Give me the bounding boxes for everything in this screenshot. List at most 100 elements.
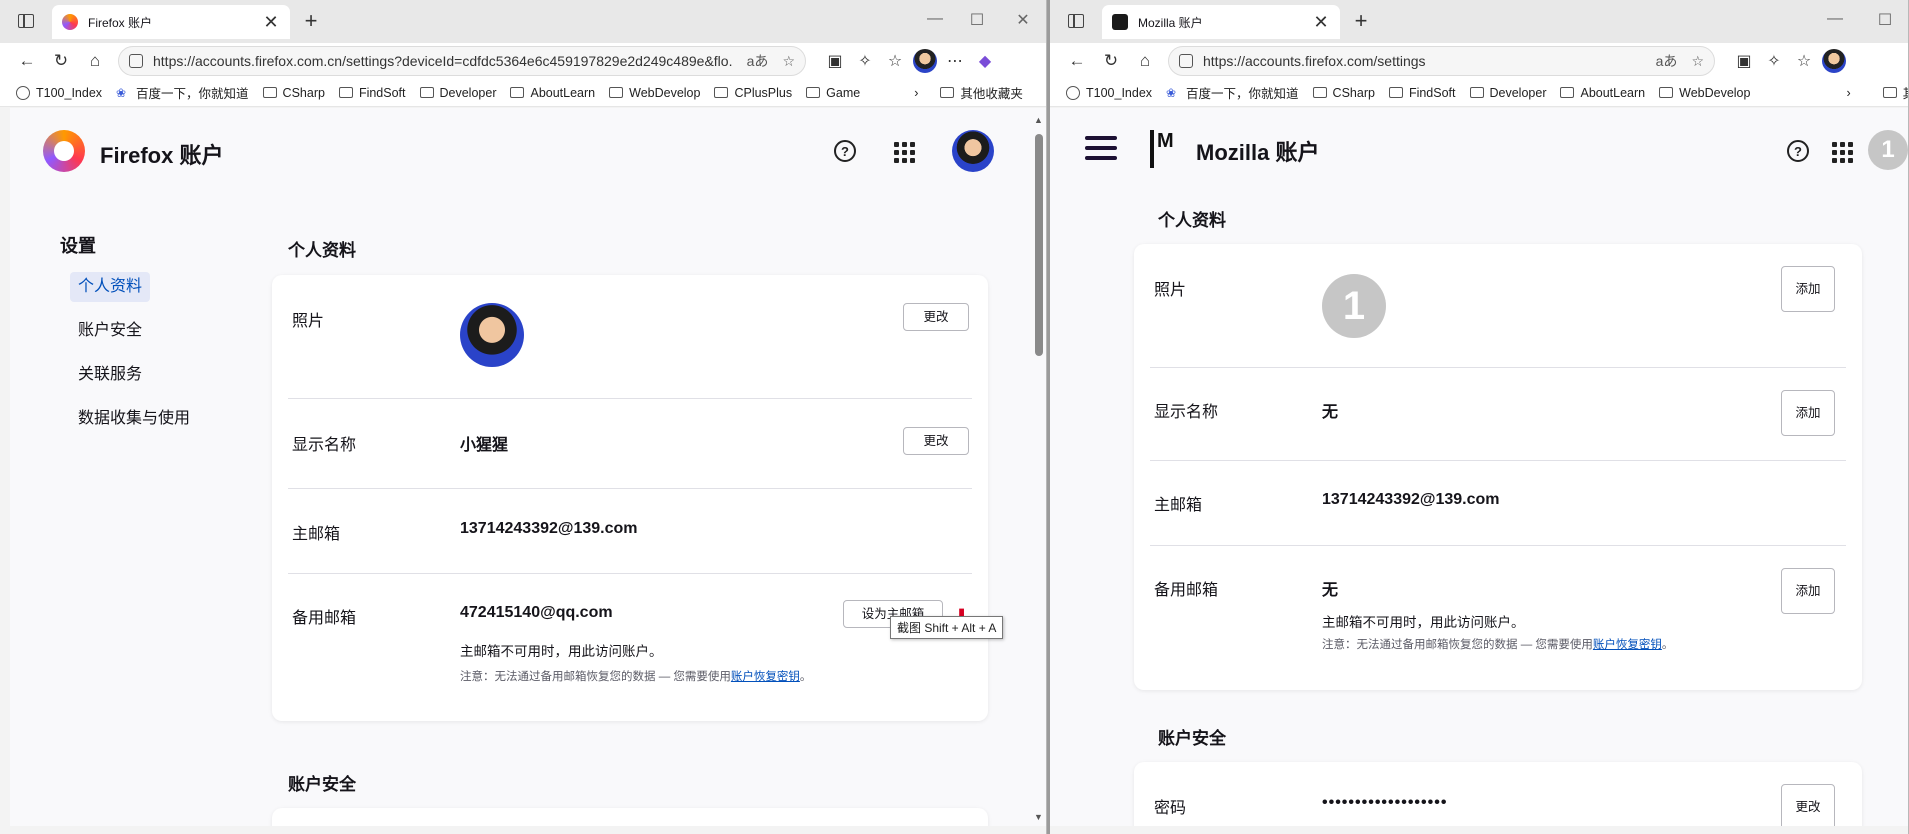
add-secondary-email-button[interactable]: 添加 xyxy=(1781,568,1835,614)
help-icon[interactable]: ? xyxy=(834,140,856,162)
read-aloud-icon[interactable]: aあ xyxy=(1656,51,1678,71)
change-password-button[interactable]: 更改 xyxy=(1781,784,1835,826)
favorite-star-icon[interactable]: ☆ xyxy=(782,53,795,70)
back-icon[interactable]: ← xyxy=(1060,46,1094,76)
back-icon[interactable]: ← xyxy=(10,46,44,76)
home-icon[interactable]: ⌂ xyxy=(1128,46,1162,76)
chevron-right-icon[interactable]: › xyxy=(914,86,918,100)
bookmark-folder[interactable]: FindSoft xyxy=(338,86,406,100)
add-photo-button[interactable]: 添加 xyxy=(1781,266,1835,312)
reload-icon[interactable]: ↻ xyxy=(44,46,78,76)
folder-icon xyxy=(510,87,525,98)
bookmark-folder[interactable]: AboutLearn xyxy=(1560,86,1645,100)
maximize-icon[interactable]: ☐ xyxy=(1875,10,1895,30)
note-end: 。 xyxy=(1661,639,1674,651)
minimize-icon[interactable]: — xyxy=(1825,10,1845,28)
recovery-key-link[interactable]: 账户恢复密钥 xyxy=(1593,639,1662,651)
tab-actions-icon[interactable] xyxy=(1068,14,1084,28)
folder-icon xyxy=(338,87,353,98)
secondary-email-description: 主邮箱不可用时，用此访问账户。 xyxy=(1322,615,1525,630)
add-display-name-button[interactable]: 添加 xyxy=(1781,390,1835,436)
bookmark-folder[interactable]: AboutLearn xyxy=(510,86,595,100)
more-icon[interactable]: ⋯ xyxy=(940,46,970,76)
nav-bar: ← ↻ ⌂ https://accounts.firefox.com.cn/se… xyxy=(0,43,1046,79)
display-name-value: 无 xyxy=(1322,404,1339,421)
scroll-down-icon[interactable]: ▼ xyxy=(1034,812,1043,822)
page-content: M Mozilla 账户 ? 1 个人资料 照片 1 添加 显示名称 无 添加 … xyxy=(1050,108,1908,826)
security-card xyxy=(272,808,988,826)
sidebar-title: 设置 xyxy=(60,236,96,256)
profile-photo: 1 xyxy=(1322,274,1386,338)
page-header: Firefox 账户 ? xyxy=(10,108,1046,192)
extensions-icon[interactable]: ▣ xyxy=(1729,46,1759,76)
bookmark-folder[interactable]: CSharp xyxy=(262,86,325,100)
tab-firefox-account[interactable]: Firefox 账户 ✕ xyxy=(52,5,290,39)
page-scrollbar[interactable]: ▲ ▼ xyxy=(1032,108,1046,826)
globe-icon xyxy=(16,85,30,100)
recovery-key-link[interactable]: 账户恢复密钥 xyxy=(731,671,800,683)
apps-grid-icon[interactable] xyxy=(892,139,916,163)
profile-icon[interactable] xyxy=(910,46,940,76)
maximize-icon[interactable]: ☐ xyxy=(967,10,987,30)
secondary-email-row: 备用邮箱 无 添加 主邮箱不可用时，用此访问账户。 注意：无法通过备用邮箱恢复您… xyxy=(1150,546,1846,690)
sidebar-item-profile[interactable]: 个人资料 xyxy=(70,272,151,302)
sidebar-item-security[interactable]: 账户安全 xyxy=(70,316,150,346)
home-icon[interactable]: ⌂ xyxy=(78,46,112,76)
scroll-up-icon[interactable]: ▲ xyxy=(1034,115,1043,125)
bookmark-folder[interactable]: WebDevelop xyxy=(1659,86,1750,100)
bookmark-folder[interactable]: Game xyxy=(806,86,860,100)
firefox-logo-icon xyxy=(43,130,85,172)
other-bookmarks[interactable]: 其他 xyxy=(1882,83,1908,102)
sidebar-item-connected-services[interactable]: 关联服务 xyxy=(70,360,150,390)
profile-card: 照片 更改 显示名称 小猩猩 更改 主邮箱 13714243392@139.co… xyxy=(272,275,988,721)
photo-row: 照片 1 添加 xyxy=(1150,244,1846,368)
bookmark-label: CSharp xyxy=(1332,85,1375,100)
apps-grid-icon[interactable] xyxy=(1830,139,1854,163)
scrollbar-thumb[interactable] xyxy=(1035,134,1043,356)
address-bar[interactable]: https://accounts.firefox.com/settings aあ… xyxy=(1168,46,1715,76)
bookmark-folder[interactable]: CPlusPlus xyxy=(714,86,792,100)
bookmark-folder[interactable]: FindSoft xyxy=(1388,86,1456,100)
site-info-icon[interactable] xyxy=(129,54,143,68)
favorite-star-icon[interactable]: ☆ xyxy=(1691,53,1704,70)
puzzle-icon[interactable]: ✧ xyxy=(1759,46,1789,76)
read-aloud-icon[interactable]: aあ xyxy=(747,51,769,71)
help-icon[interactable]: ? xyxy=(1787,140,1809,162)
bookmark-item[interactable]: ❀ 百度一下，你就知道 xyxy=(1166,83,1299,102)
change-photo-button[interactable]: 更改 xyxy=(903,303,969,331)
bookmark-item[interactable]: T100_Index xyxy=(16,85,102,100)
copilot-icon[interactable]: ◆ xyxy=(970,46,1000,76)
profile-icon[interactable] xyxy=(1819,46,1849,76)
chevron-right-icon[interactable]: › xyxy=(1846,86,1850,100)
close-window-icon[interactable]: ✕ xyxy=(1013,10,1033,30)
extensions-icon[interactable]: ▣ xyxy=(820,46,850,76)
close-tab-icon[interactable]: ✕ xyxy=(262,12,280,33)
reload-icon[interactable]: ↻ xyxy=(1094,46,1128,76)
favorites-icon[interactable]: ☆ xyxy=(1789,46,1819,76)
address-bar[interactable]: https://accounts.firefox.com.cn/settings… xyxy=(118,46,806,76)
tab-mozilla-account[interactable]: Mozilla 账户 ✕ xyxy=(1102,5,1340,39)
bookmark-item[interactable]: ❀ 百度一下，你就知道 xyxy=(116,83,249,102)
favorites-icon[interactable]: ☆ xyxy=(880,46,910,76)
close-tab-icon[interactable]: ✕ xyxy=(1312,12,1330,33)
bookmark-folder[interactable]: CSharp xyxy=(1312,85,1375,100)
site-info-icon[interactable] xyxy=(1179,54,1193,68)
folder-icon xyxy=(1469,87,1484,98)
minimize-icon[interactable]: — xyxy=(925,10,945,28)
bookmark-folder[interactable]: Developer xyxy=(419,86,496,100)
change-display-name-button[interactable]: 更改 xyxy=(903,427,969,455)
tab-bar: Mozilla 账户 ✕ + — ☐ xyxy=(1050,0,1908,43)
bookmark-folder[interactable]: WebDevelop xyxy=(609,86,700,100)
puzzle-icon[interactable]: ✧ xyxy=(850,46,880,76)
new-tab-icon[interactable]: + xyxy=(1350,8,1372,34)
other-bookmarks[interactable]: 其他收藏夹 xyxy=(940,83,1023,102)
new-tab-icon[interactable]: + xyxy=(300,8,322,34)
bookmark-item[interactable]: T100_Index xyxy=(1066,85,1152,100)
url-text: https://accounts.firefox.com/settings xyxy=(1203,53,1426,69)
sidebar-item-data-collection[interactable]: 数据收集与使用 xyxy=(70,404,198,434)
tab-actions-icon[interactable] xyxy=(18,14,34,28)
user-avatar[interactable]: 1 xyxy=(1868,130,1908,170)
hamburger-menu-icon[interactable] xyxy=(1085,136,1117,160)
user-avatar[interactable] xyxy=(952,130,994,172)
bookmark-folder[interactable]: Developer xyxy=(1469,86,1546,100)
